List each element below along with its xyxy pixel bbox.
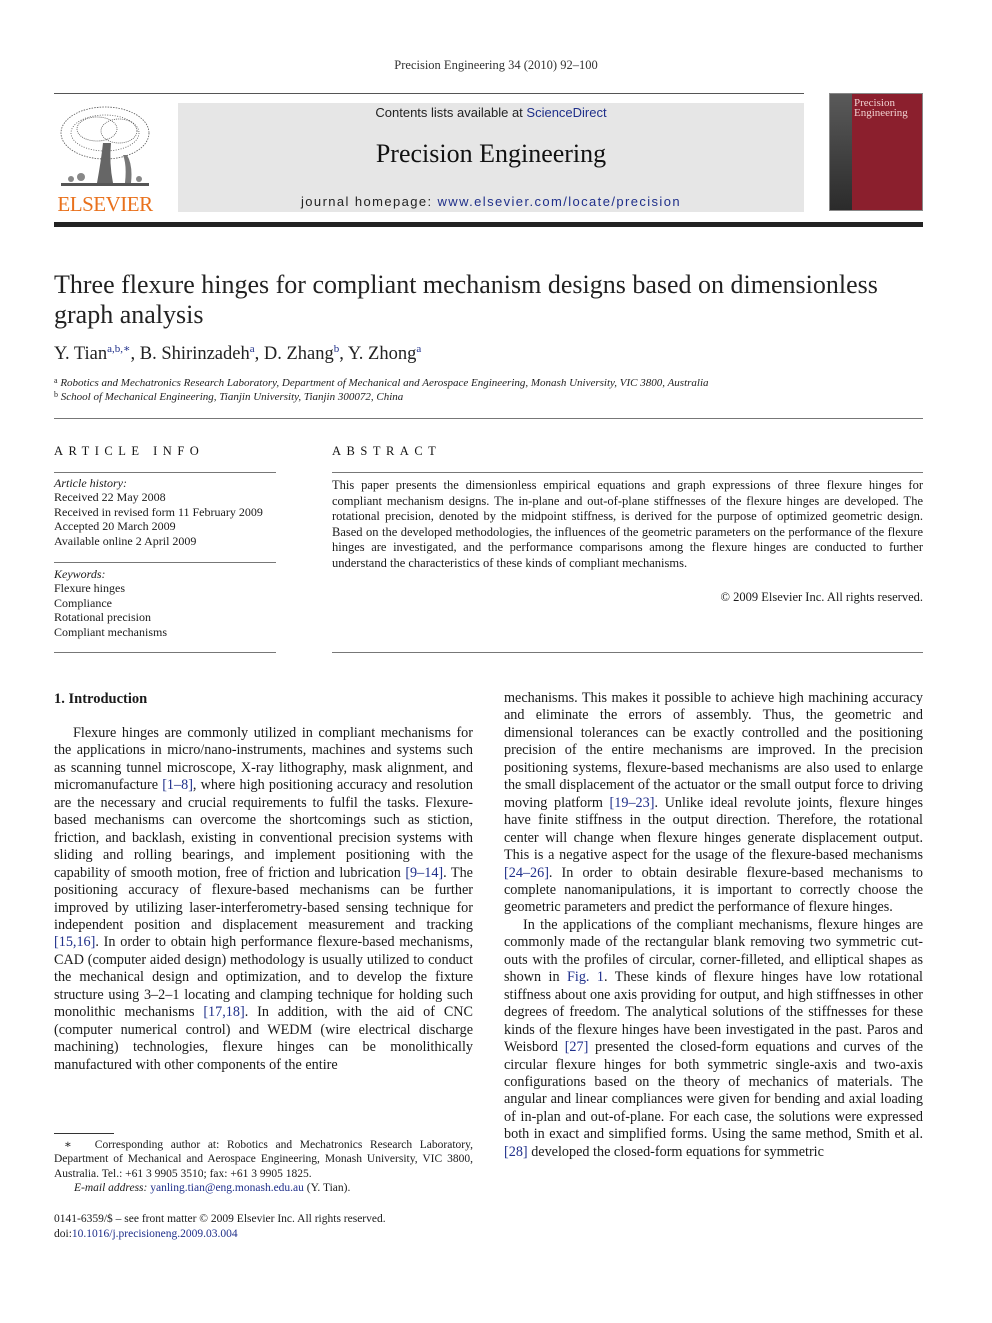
running-head: Precision Engineering 34 (2010) 92–100 — [394, 58, 598, 72]
affiliation: a Robotics and Mechatronics Research Lab… — [54, 376, 709, 389]
paragraph: Flexure hinges are commonly utilized in … — [54, 725, 473, 1073]
divider — [54, 472, 276, 473]
citation-link[interactable]: [17,18] — [203, 1004, 244, 1020]
article-history: Article history: Received 22 May 2008 Re… — [54, 476, 294, 548]
cover-title: Precision Engineering — [854, 97, 908, 119]
footnote-divider — [54, 1133, 114, 1134]
author-list: Y. Tiana,b,∗, B. Shirinzadeha, D. Zhangb… — [54, 343, 422, 364]
author[interactable]: D. Zhangb — [264, 343, 339, 364]
history-item: Available online 2 April 2009 — [54, 533, 197, 548]
divider — [54, 652, 276, 653]
keywords-label: Keywords: — [54, 567, 106, 581]
citation-link[interactable]: [15,16] — [54, 934, 95, 950]
cover-side-strip — [830, 94, 852, 210]
issn-line: 0141-6359/$ – see front matter © 2009 El… — [54, 1213, 386, 1225]
journal-header-box: Contents lists available at ScienceDirec… — [178, 103, 804, 212]
section-heading: 1. Introduction — [54, 691, 148, 707]
body-column-left: Flexure hinges are commonly utilized in … — [54, 725, 473, 1074]
email-label: E-mail address: — [74, 1181, 148, 1194]
divider — [332, 652, 923, 653]
keyword: Flexure hinges — [54, 581, 125, 596]
author[interactable]: B. Shirinzadeha — [140, 343, 255, 364]
email-link[interactable]: yanling.tian@eng.monash.edu.au — [150, 1182, 304, 1194]
author[interactable]: Y. Zhonga — [348, 343, 421, 364]
elsevier-logo[interactable]: ELSEVIER — [54, 103, 156, 216]
journal-name: Precision Engineering — [375, 139, 607, 168]
citation-link[interactable]: [19–23] — [610, 795, 655, 811]
citation-link[interactable]: [27] — [565, 1039, 589, 1055]
keywords: Keywords: Flexure hinges Compliance Rota… — [54, 567, 294, 639]
affiliation: b School of Mechanical Engineering, Tian… — [54, 390, 404, 403]
homepage-prefix: journal homepage: — [301, 194, 438, 209]
abstract-heading: ABSTRACT — [332, 444, 442, 458]
citation-link[interactable]: [1–8] — [162, 777, 193, 793]
paragraph: In the applications of the compliant mec… — [504, 916, 923, 1160]
abstract-text: This paper presents the dimensionless em… — [332, 478, 923, 570]
keyword: Compliance — [54, 595, 112, 610]
tree-icon — [60, 106, 150, 186]
author-affil-mark[interactable]: a — [416, 343, 421, 355]
figure-link[interactable]: Fig. 1 — [567, 969, 604, 985]
keyword: Rotational precision — [54, 610, 151, 625]
footnote-star: ∗ — [64, 1139, 72, 1151]
header-divider — [54, 93, 804, 94]
history-label: Article history: — [54, 476, 127, 490]
corresponding-author-footnote: ∗ Corresponding author at: Robotics and … — [54, 1139, 473, 1194]
body-column-right: mechanisms. This makes it possible to ac… — [504, 690, 923, 1161]
keyword: Compliant mechanisms — [54, 624, 167, 639]
abstract-copyright: © 2009 Elsevier Inc. All rights reserved… — [720, 590, 923, 604]
issn-block: 0141-6359/$ – see front matter © 2009 El… — [54, 1213, 386, 1240]
author[interactable]: Y. Tiana,b,∗ — [54, 343, 131, 364]
doi-link[interactable]: 10.1016/j.precisioneng.2009.03.004 — [72, 1228, 238, 1240]
journal-cover-thumbnail[interactable]: Precision Engineering — [829, 93, 923, 211]
history-item: Accepted 20 March 2009 — [54, 519, 176, 534]
author-affil-mark[interactable]: a,b,∗ — [107, 343, 130, 355]
divider — [54, 418, 923, 419]
sciencedirect-link[interactable]: ScienceDirect — [526, 105, 606, 120]
article-info-heading: ARTICLE INFO — [54, 444, 205, 458]
elsevier-wordmark: ELSEVIER — [57, 192, 153, 216]
divider — [54, 562, 276, 563]
paragraph: mechanisms. This makes it possible to ac… — [504, 690, 923, 916]
history-item: Received 22 May 2008 — [54, 490, 166, 505]
homepage-link[interactable]: www.elsevier.com/locate/precision — [438, 194, 681, 209]
article-title: Three flexure hinges for compliant mecha… — [54, 270, 878, 329]
contents-prefix: Contents lists available at — [375, 105, 527, 120]
homepage-line: journal homepage: www.elsevier.com/locat… — [178, 194, 804, 209]
citation-link[interactable]: [28] — [504, 1144, 528, 1160]
divider — [332, 472, 923, 473]
header-thick-rule — [54, 222, 923, 227]
citation-link[interactable]: [9–14] — [405, 865, 443, 881]
contents-line: Contents lists available at ScienceDirec… — [178, 105, 804, 120]
history-item: Received in revised form 11 February 200… — [54, 504, 263, 519]
citation-link[interactable]: [24–26] — [504, 865, 549, 881]
